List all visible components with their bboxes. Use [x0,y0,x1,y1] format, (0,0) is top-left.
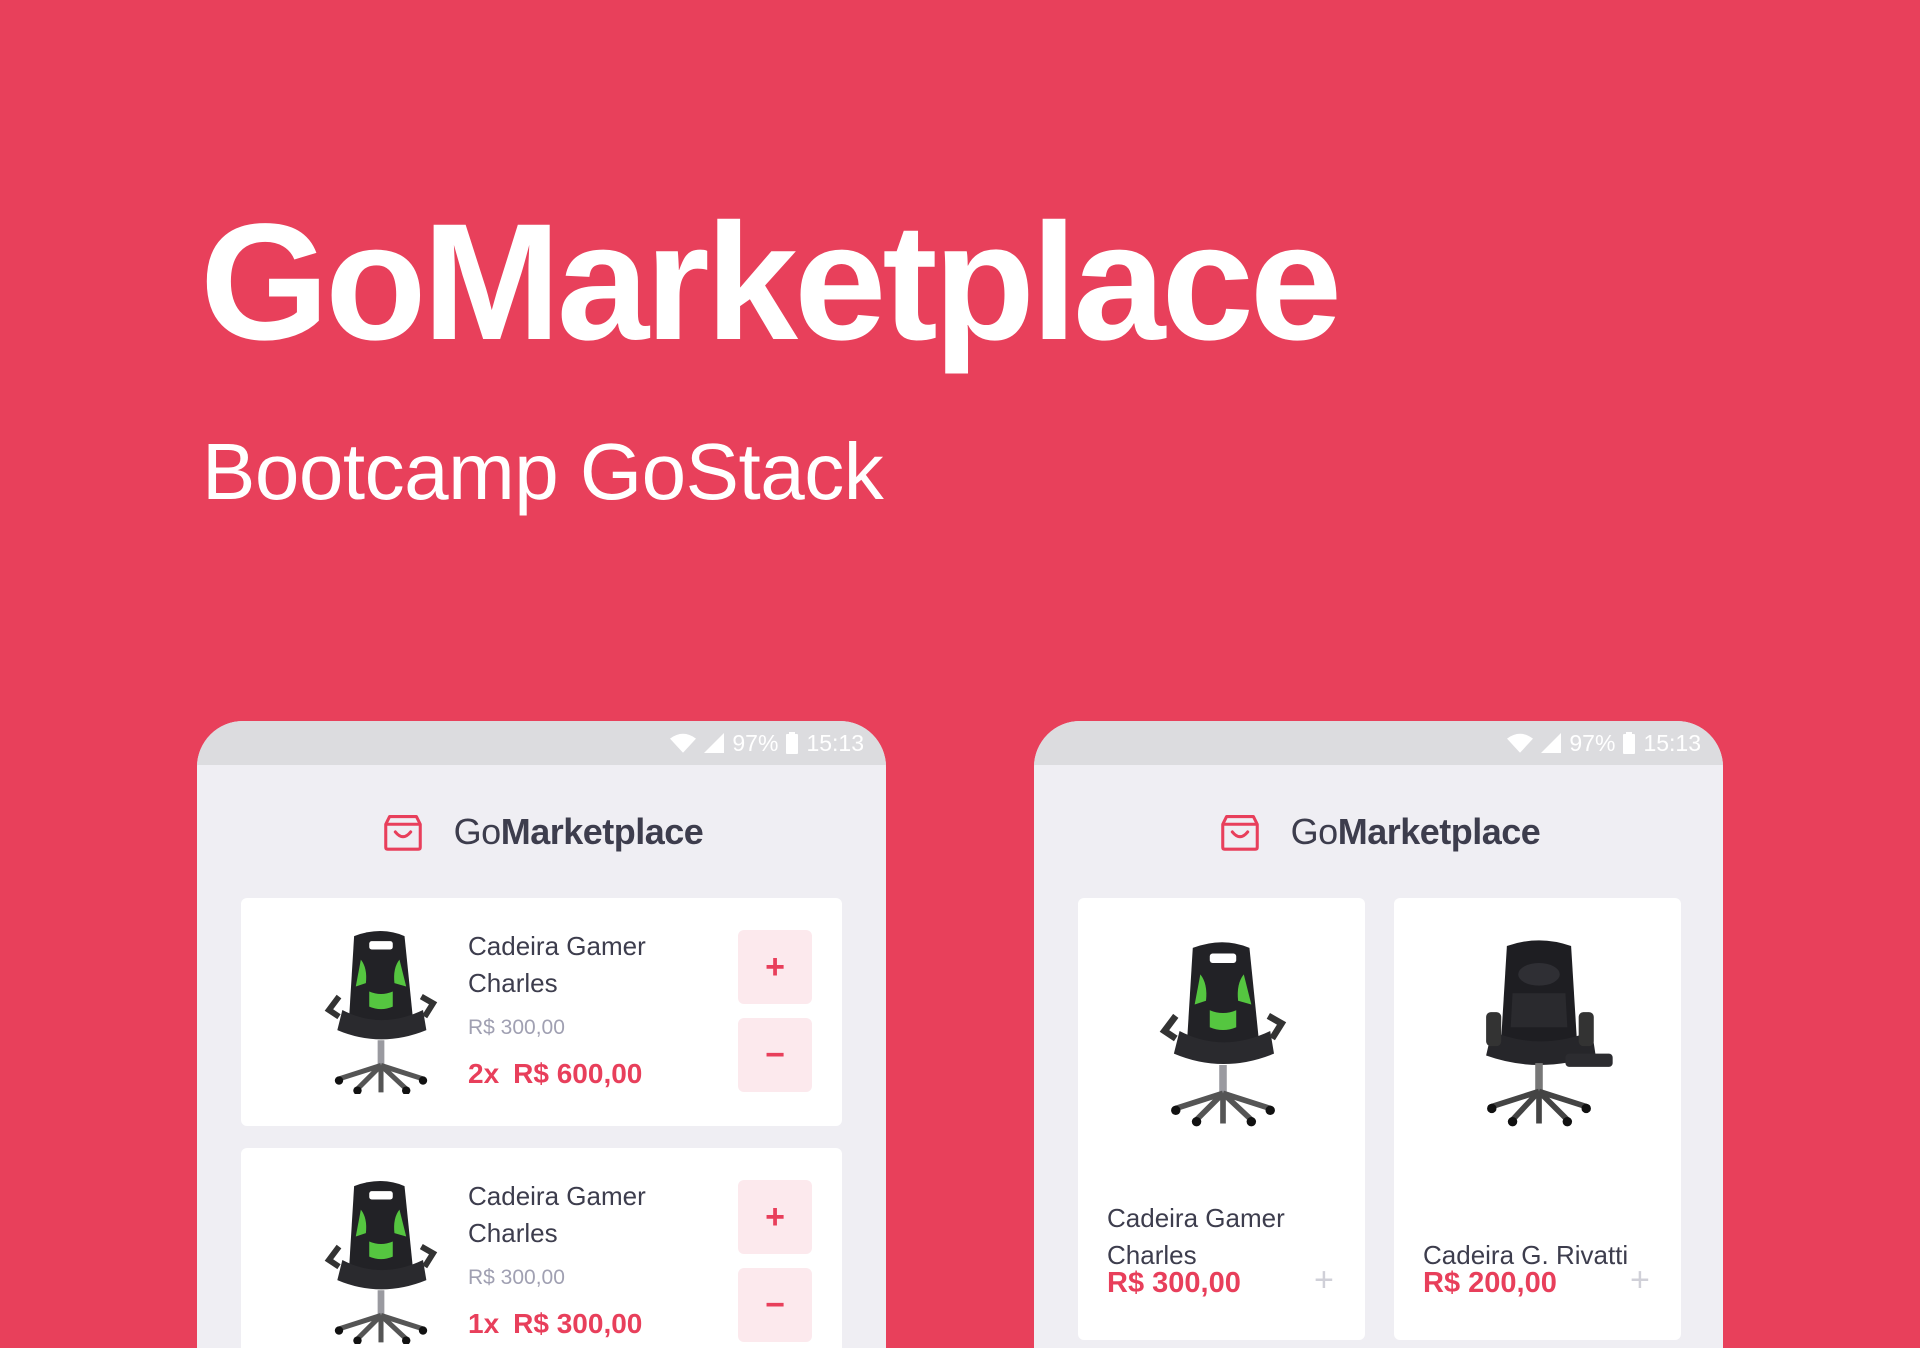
product-price: R$ 200,00 [1423,1267,1557,1299]
battery-icon [786,732,798,754]
shopping-bag-icon[interactable] [380,807,426,858]
app-logo: GoMarketplace [1290,811,1541,852]
battery-percent: 97% [1569,729,1616,756]
hero-title: GoMarketplace [200,190,1342,375]
clock-time: 15:13 [806,729,864,756]
shopping-bag-icon[interactable] [1217,807,1263,858]
status-bar: 97% 15:13 [197,721,886,765]
cart-item-name: Cadeira Gamer Charles [468,931,646,998]
product-price: R$ 300,00 [1107,1267,1241,1299]
cart-item-subtotal: R$ 300,00 [513,1308,643,1339]
product-name: Cadeira Gamer Charles [1107,1203,1285,1270]
add-to-cart-button[interactable]: + [1314,1263,1334,1297]
cart-item: Cadeira Gamer Charles R$ 300,00 2x R$ 600… [241,898,842,1126]
hero-subtitle: Bootcamp GoStack [202,427,884,516]
increment-button[interactable]: + [738,930,812,1004]
decrement-button[interactable]: − [738,1268,812,1342]
cart-item-total: 1x R$ 300,00 [468,1308,656,1340]
product-image [291,1176,471,1344]
add-to-cart-button[interactable]: + [1630,1263,1650,1297]
app-logo: GoMarketplace [453,811,704,852]
product-image [291,926,471,1094]
product-image [1454,926,1624,1136]
app-header: GoMarketplace [197,765,886,899]
cart-item-subtotal: R$ 600,00 [513,1058,643,1089]
clock-time: 15:13 [1643,729,1701,756]
battery-percent: 97% [732,729,779,756]
phone-catalog-screen: 97% 15:13 GoMarketplace Cadeira Gamer Ch… [1034,721,1723,1348]
cart-item: Cadeira Gamer Charles R$ 300,00 1x R$ 300… [241,1148,842,1348]
signal-icon [704,733,724,753]
status-bar: 97% 15:13 [1034,721,1723,765]
cart-item-unit-price: R$ 300,00 [468,1266,565,1289]
product-card[interactable]: Cadeira G. Rivatti R$ 200,00 + [1394,898,1681,1340]
wifi-icon [670,733,696,753]
battery-icon [1623,732,1635,754]
decrement-button[interactable]: − [738,1018,812,1092]
product-image [1138,926,1308,1136]
cart-item-name: Cadeira Gamer Charles [468,1181,646,1248]
phone-cart-screen: 97% 15:13 GoMarketplace Cadeira Gamer Ch… [197,721,886,1348]
increment-button[interactable]: + [738,1180,812,1254]
wifi-icon [1507,733,1533,753]
cart-item-unit-price: R$ 300,00 [468,1016,565,1039]
signal-icon [1541,733,1561,753]
product-card[interactable]: Cadeira Gamer Charles R$ 300,00 + [1078,898,1365,1340]
cart-item-total: 2x R$ 600,00 [468,1058,656,1090]
cart-item-quantity: 1x [468,1308,500,1339]
cart-item-quantity: 2x [468,1058,500,1089]
app-header: GoMarketplace [1034,765,1723,899]
